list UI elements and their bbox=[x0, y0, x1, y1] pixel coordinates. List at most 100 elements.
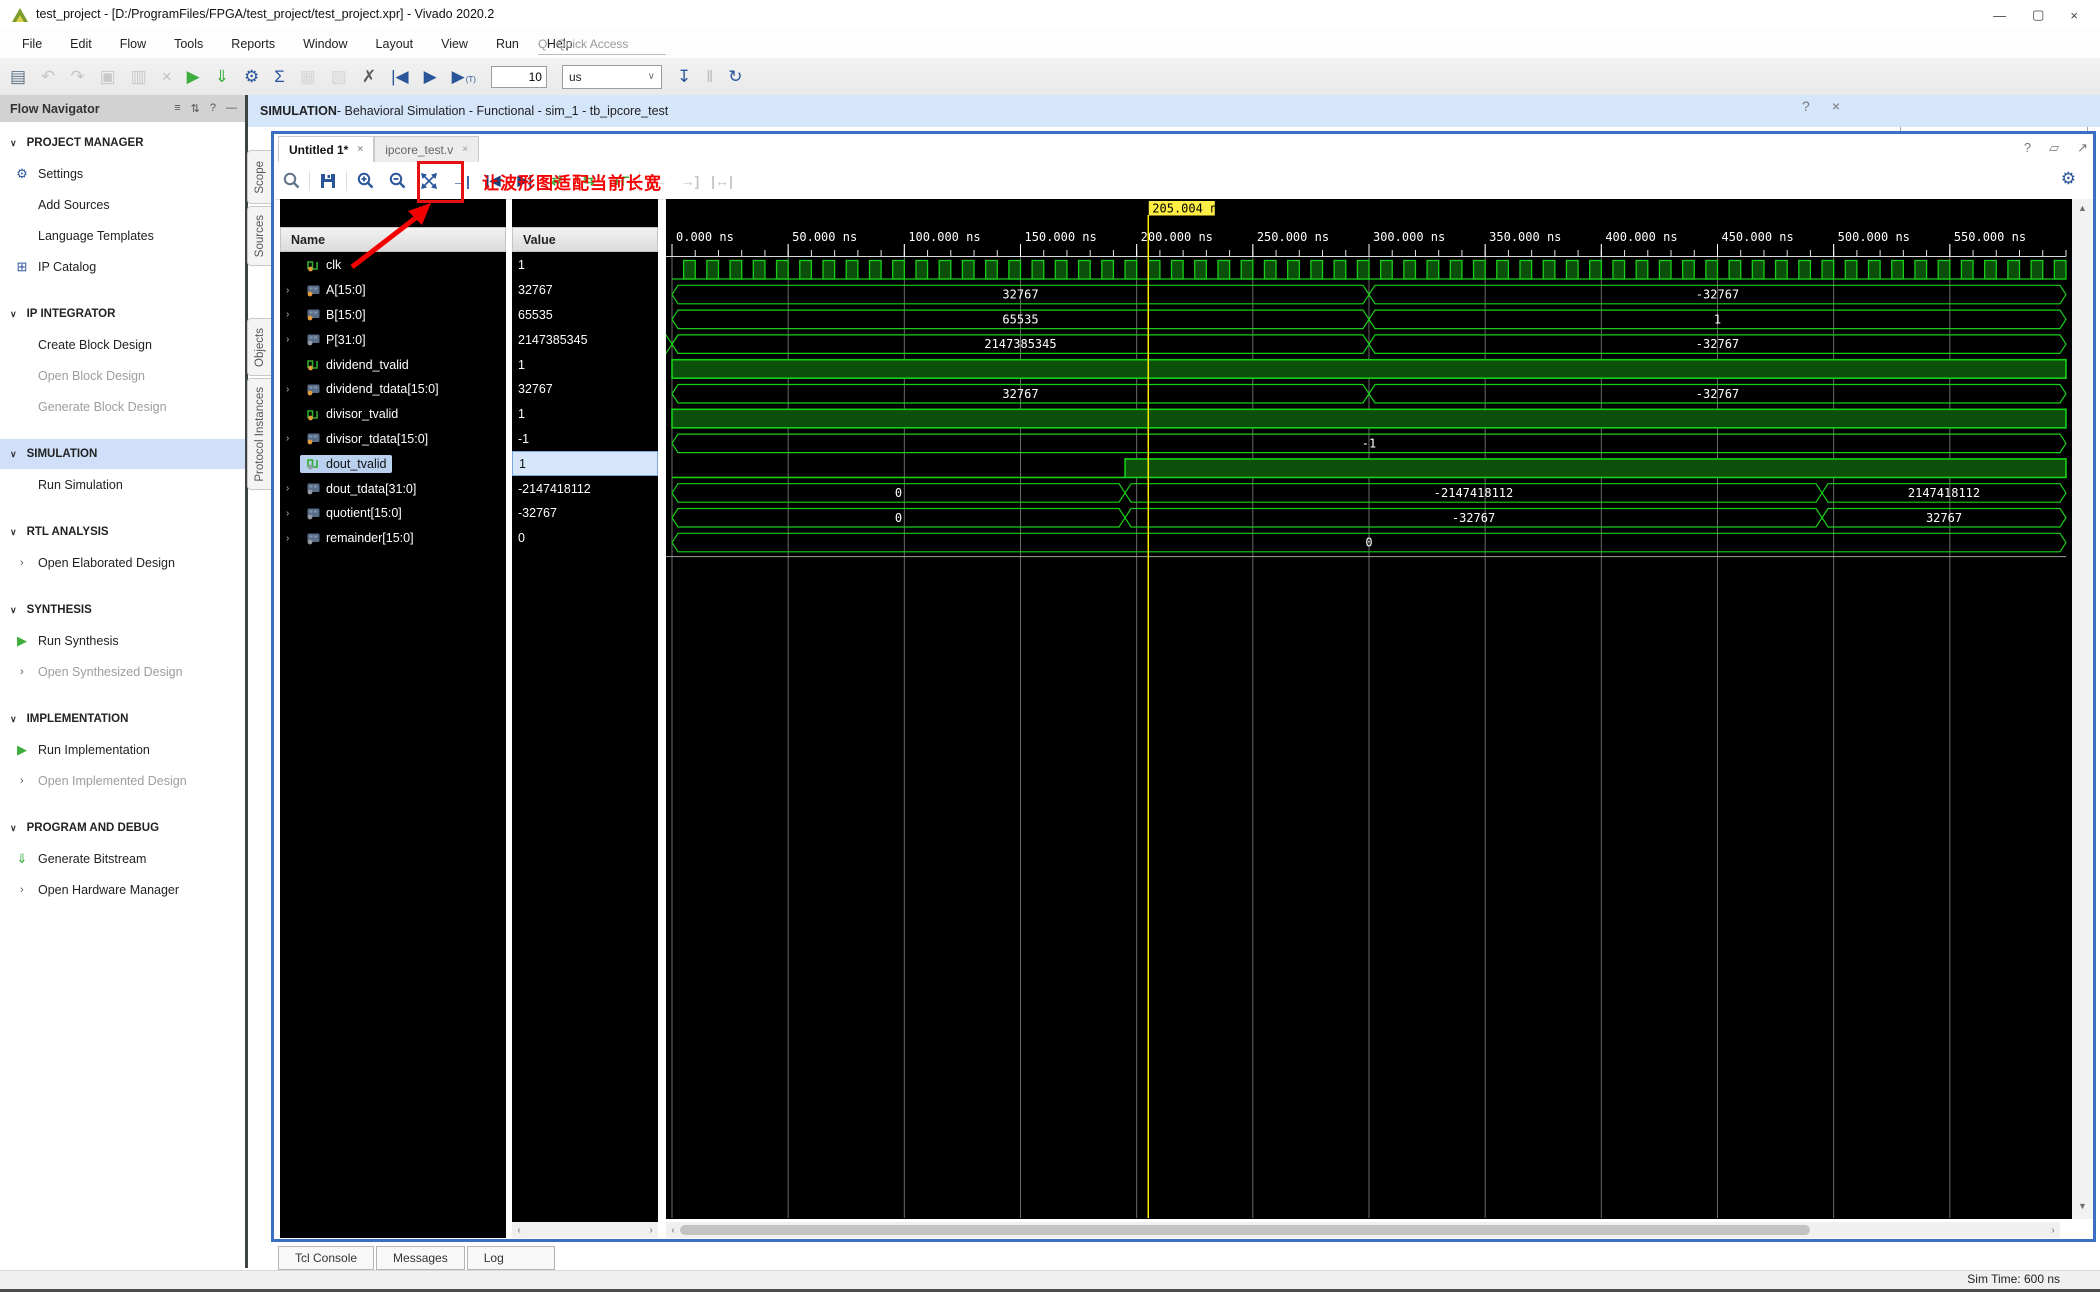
signal-row-dout_tvalid[interactable]: dout_tvalid bbox=[280, 451, 506, 476]
expand-icon[interactable]: › bbox=[286, 384, 300, 395]
side-tab-objects[interactable]: Objects bbox=[247, 318, 272, 376]
fn-item-generate-block-design[interactable]: Generate Block Design bbox=[0, 391, 245, 422]
value-hscrollbar[interactable]: ‹ › bbox=[512, 1222, 658, 1238]
collapse-all-icon[interactable]: ≡ bbox=[174, 102, 180, 115]
signal-value-dout_tvalid[interactable]: 1 bbox=[512, 451, 658, 477]
report-sigma-icon[interactable]: Σ bbox=[274, 68, 285, 85]
panel-divider[interactable] bbox=[245, 95, 248, 1268]
expand-icon[interactable]: › bbox=[286, 334, 300, 345]
signal-row-dividend_tdata150[interactable]: › dividend_tdata[15:0] bbox=[280, 377, 506, 402]
expand-icon[interactable]: › bbox=[286, 508, 300, 519]
scroll-right-icon[interactable]: › bbox=[644, 1225, 658, 1236]
scroll-up-icon[interactable]: ▲ bbox=[2078, 203, 2087, 213]
value-column-header[interactable]: Value bbox=[512, 227, 658, 252]
run-all-icon[interactable]: ▶ bbox=[424, 68, 437, 85]
maximize-panel-icon[interactable]: ↗ bbox=[2077, 140, 2088, 156]
fn-section-synthesis[interactable]: ∨ SYNTHESIS bbox=[0, 595, 245, 625]
menu-edit[interactable]: Edit bbox=[58, 33, 104, 55]
menu-run[interactable]: Run bbox=[484, 33, 531, 55]
menu-file[interactable]: File bbox=[10, 33, 54, 55]
scroll-left-icon[interactable]: ‹ bbox=[666, 1225, 680, 1236]
fn-item-generate-bitstream[interactable]: ⇓ Generate Bitstream bbox=[0, 843, 245, 874]
expand-icon[interactable]: › bbox=[286, 533, 300, 544]
console-tab-messages[interactable]: Messages bbox=[376, 1246, 465, 1270]
copy-icon[interactable]: ▣ bbox=[100, 68, 116, 85]
pause-icon[interactable]: ‖ bbox=[706, 68, 713, 85]
banner-close-icon[interactable]: × bbox=[1832, 98, 1840, 114]
maximize-button[interactable]: ▢ bbox=[2032, 7, 2044, 23]
fn-item-settings[interactable]: ⚙ Settings bbox=[0, 158, 245, 189]
fn-item-run-implementation[interactable]: ▶ Run Implementation bbox=[0, 734, 245, 765]
signal-value-B150[interactable]: 65535 bbox=[512, 303, 658, 328]
fn-item-open-hardware-manager[interactable]: › Open Hardware Manager bbox=[0, 874, 245, 905]
expand-icon[interactable]: › bbox=[286, 433, 300, 444]
expand-icon[interactable]: ⇅ bbox=[191, 102, 200, 115]
vertical-scrollbar[interactable]: ▲ ▼ bbox=[2072, 199, 2093, 1219]
signal-row-divisor_tdata150[interactable]: › divisor_tdata[15:0] bbox=[280, 427, 506, 452]
signal-row-dout_tdata310[interactable]: › dout_tdata[31:0] bbox=[280, 476, 506, 501]
disabled-tool-icon[interactable]: ▦ bbox=[300, 68, 316, 85]
scroll-right-icon[interactable]: › bbox=[2046, 1225, 2060, 1236]
fn-item-run-simulation[interactable]: Run Simulation bbox=[0, 469, 245, 500]
signal-row-A150[interactable]: › A[15:0] bbox=[280, 278, 506, 303]
signal-value-dout_tdata310[interactable]: -2147418112 bbox=[512, 476, 658, 501]
help-icon[interactable]: ? bbox=[2024, 140, 2031, 156]
tab-ipcore-test-v[interactable]: ipcore_test.v × bbox=[374, 136, 480, 162]
menu-tools[interactable]: Tools bbox=[162, 33, 215, 55]
delete-icon[interactable]: × bbox=[162, 68, 172, 85]
minimize-icon[interactable]: — bbox=[226, 102, 237, 115]
side-tab-scope[interactable]: Scope bbox=[247, 150, 272, 204]
zoom-in-icon[interactable] bbox=[349, 171, 381, 190]
signal-row-divisor_tvalid[interactable]: divisor_tvalid bbox=[280, 402, 506, 427]
wave-settings-gear-icon[interactable]: ⚙ bbox=[2061, 169, 2076, 189]
breakpoint-icon[interactable]: ✗ bbox=[362, 68, 376, 85]
search-icon[interactable] bbox=[275, 171, 307, 190]
run-for-time-icon[interactable]: ▶(T) bbox=[452, 68, 476, 85]
chevron-right-icon[interactable]: › bbox=[20, 884, 30, 896]
fn-item-open-synthesized-design[interactable]: › Open Synthesized Design bbox=[0, 656, 245, 687]
signal-value-A150[interactable]: 32767 bbox=[512, 278, 658, 303]
fn-item-open-implemented-design[interactable]: › Open Implemented Design bbox=[0, 765, 245, 796]
signal-value-quotient150[interactable]: -32767 bbox=[512, 501, 658, 526]
disabled-tool2-icon[interactable]: ▧ bbox=[331, 68, 347, 85]
expand-icon[interactable]: › bbox=[286, 483, 300, 494]
fn-section-rtl-analysis[interactable]: ∨ RTL ANALYSIS bbox=[0, 517, 245, 547]
fn-section-implementation[interactable]: ∨ IMPLEMENTATION bbox=[0, 704, 245, 734]
scrollbar-thumb[interactable] bbox=[680, 1225, 1810, 1235]
open-project-icon[interactable]: ▤ bbox=[10, 68, 26, 85]
signal-row-quotient150[interactable]: › quotient[15:0] bbox=[280, 501, 506, 526]
menu-flow[interactable]: Flow bbox=[108, 33, 158, 55]
signal-value-dividend_tvalid[interactable]: 1 bbox=[512, 352, 658, 377]
expand-icon[interactable]: › bbox=[286, 285, 300, 296]
run-flow-icon[interactable]: ▶ bbox=[187, 68, 200, 85]
close-icon[interactable]: × bbox=[462, 144, 468, 155]
fn-section-ip-integrator[interactable]: ∨ IP INTEGRATOR bbox=[0, 299, 245, 329]
next-marker-icon[interactable]: →] bbox=[674, 173, 706, 189]
fn-section-program-and-debug[interactable]: ∨ PROGRAM AND DEBUG bbox=[0, 813, 245, 843]
signal-row-dividend_tvalid[interactable]: dividend_tvalid bbox=[280, 352, 506, 377]
waveform-canvas[interactable]: 0.000 ns 50.000 ns 100.000 ns 150.000 ns 200… bbox=[666, 199, 2072, 1219]
fn-item-create-block-design[interactable]: Create Block Design bbox=[0, 329, 245, 360]
console-tab-tcl-console[interactable]: Tcl Console bbox=[278, 1246, 375, 1270]
fn-item-run-synthesis[interactable]: ▶ Run Synthesis bbox=[0, 625, 245, 656]
side-tab-sources[interactable]: Sources bbox=[247, 206, 272, 266]
undo-icon[interactable]: ↶ bbox=[41, 68, 55, 85]
swap-cursor-icon[interactable]: |↔| bbox=[706, 173, 738, 189]
paste-icon[interactable]: ▥ bbox=[131, 68, 147, 85]
signal-value-divisor_tvalid[interactable]: 1 bbox=[512, 402, 658, 427]
float-icon[interactable]: ▱ bbox=[2049, 140, 2059, 156]
step-icon[interactable]: ↧ bbox=[677, 68, 691, 85]
signal-value-dividend_tdata150[interactable]: 32767 bbox=[512, 377, 658, 402]
menu-view[interactable]: View bbox=[429, 33, 480, 55]
chevron-right-icon[interactable]: › bbox=[20, 775, 30, 787]
minimize-button[interactable]: — bbox=[1993, 8, 2006, 23]
restart-sim-icon[interactable]: |◀ bbox=[391, 68, 409, 85]
chevron-right-icon[interactable]: › bbox=[20, 557, 30, 569]
scroll-down-icon[interactable]: ▼ bbox=[2078, 1201, 2087, 1211]
signal-row-remainder150[interactable]: › remainder[15:0] bbox=[280, 526, 506, 551]
signal-row-B150[interactable]: › B[15:0] bbox=[280, 303, 506, 328]
scroll-left-icon[interactable]: ‹ bbox=[512, 1225, 526, 1236]
fn-item-language-templates[interactable]: Language Templates bbox=[0, 220, 245, 251]
banner-help-icon[interactable]: ? bbox=[1802, 98, 1810, 114]
fn-item-open-elaborated-design[interactable]: › Open Elaborated Design bbox=[0, 547, 245, 578]
